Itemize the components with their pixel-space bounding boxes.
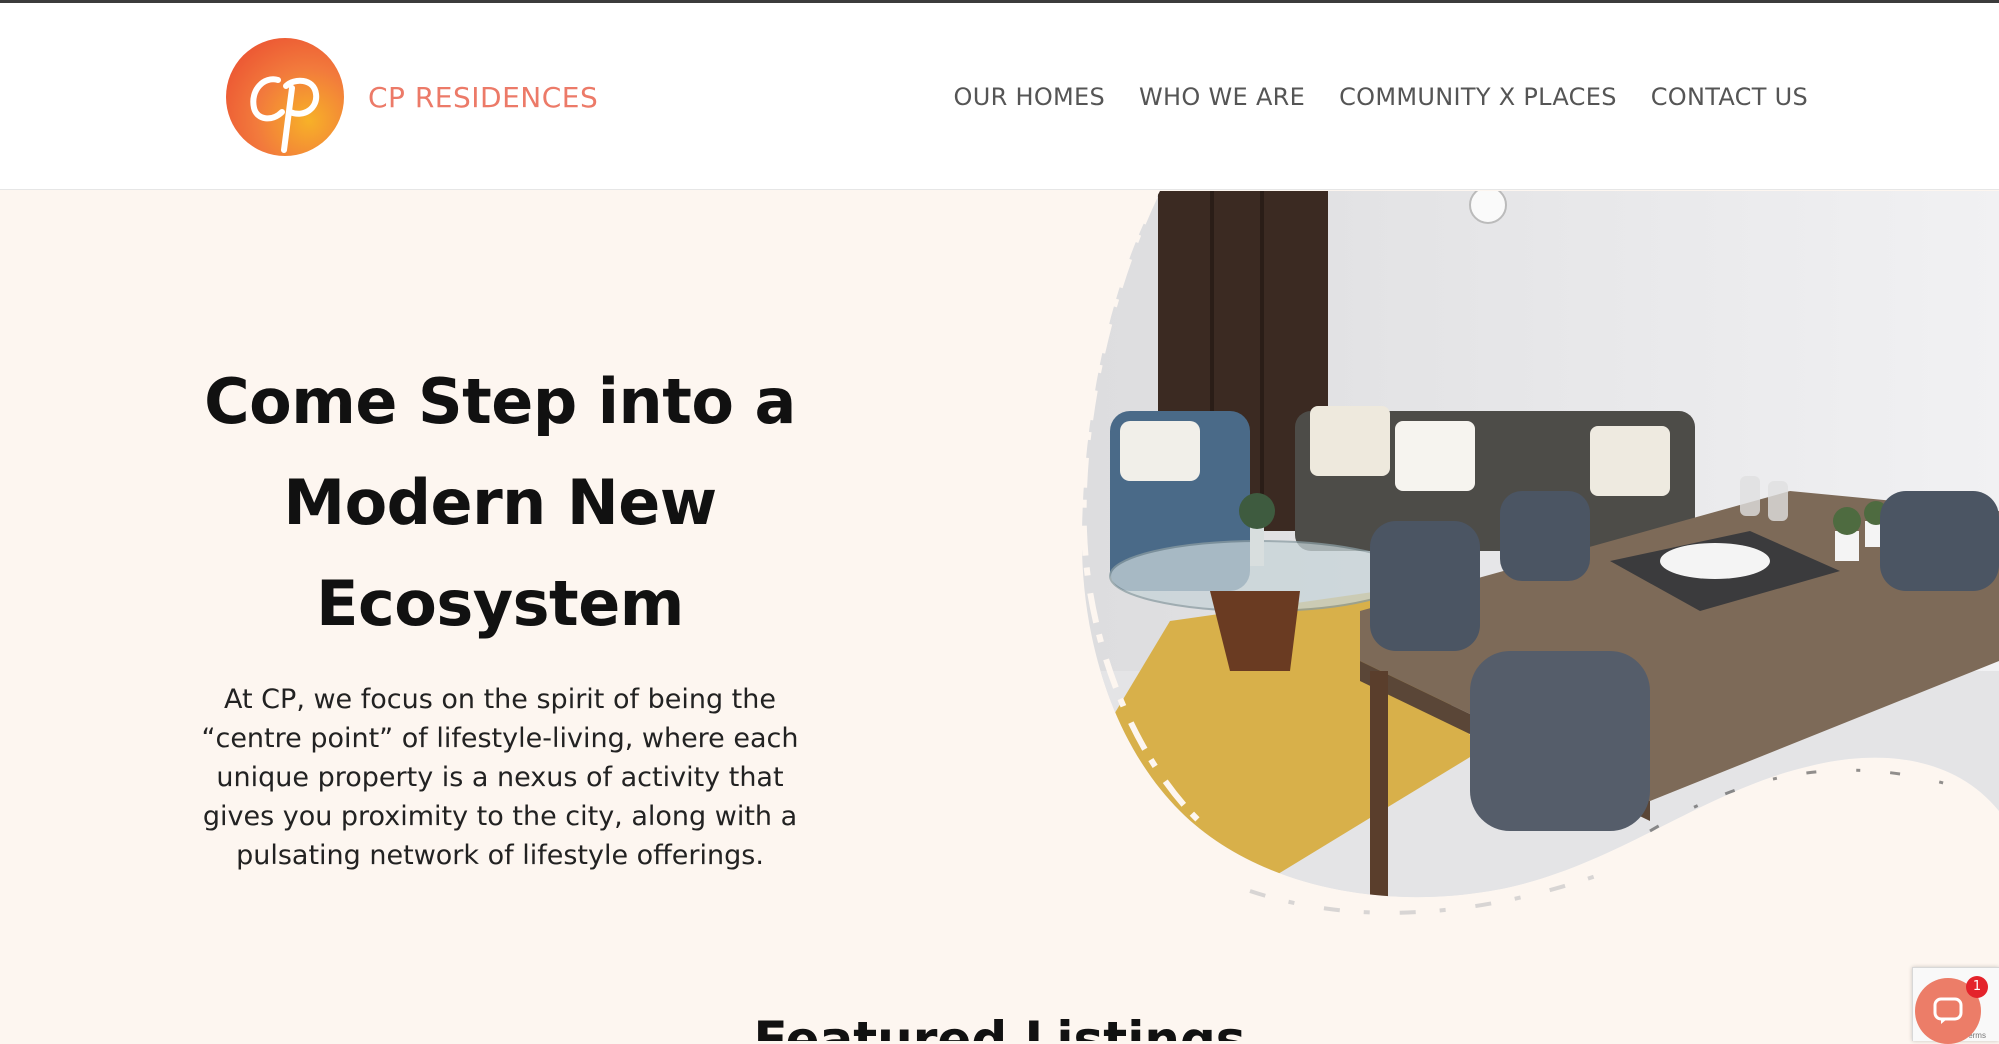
hero-heading-line1: Come Step into a bbox=[204, 365, 796, 438]
hero-heading: Come Step into a Modern New Ecosystem bbox=[100, 351, 900, 654]
nav-who-we-are[interactable]: WHO WE ARE bbox=[1139, 83, 1305, 111]
hero-text-block: Come Step into a Modern New Ecosystem At… bbox=[100, 351, 900, 875]
nav-our-homes[interactable]: OUR HOMES bbox=[954, 83, 1106, 111]
hero-description: At CP, we focus on the spirit of being t… bbox=[201, 684, 799, 871]
nav-community-x-places[interactable]: COMMUNITY X PLACES bbox=[1339, 83, 1617, 111]
nav-contact-us[interactable]: CONTACT US bbox=[1651, 83, 1808, 111]
brand-logo-link[interactable]: CP RESIDENCES bbox=[226, 38, 598, 156]
featured-listings-title: Featured Listings bbox=[753, 1011, 1246, 1041]
brand-name: CP RESIDENCES bbox=[368, 80, 599, 114]
site-header: CP RESIDENCES OUR HOMES WHO WE ARE COMMU… bbox=[0, 3, 1999, 190]
hero-section: Come Step into a Modern New Ecosystem At… bbox=[0, 191, 1999, 1041]
chat-notification-badge: 1 bbox=[1966, 976, 1988, 998]
main-nav: OUR HOMES WHO WE ARE COMMUNITY X PLACES … bbox=[954, 83, 1808, 111]
chat-bubble-icon bbox=[1933, 997, 1963, 1024]
hero-image bbox=[1050, 191, 1999, 971]
hero-heading-line2: Modern New Ecosystem bbox=[283, 466, 717, 640]
cp-logo-icon bbox=[226, 38, 344, 156]
